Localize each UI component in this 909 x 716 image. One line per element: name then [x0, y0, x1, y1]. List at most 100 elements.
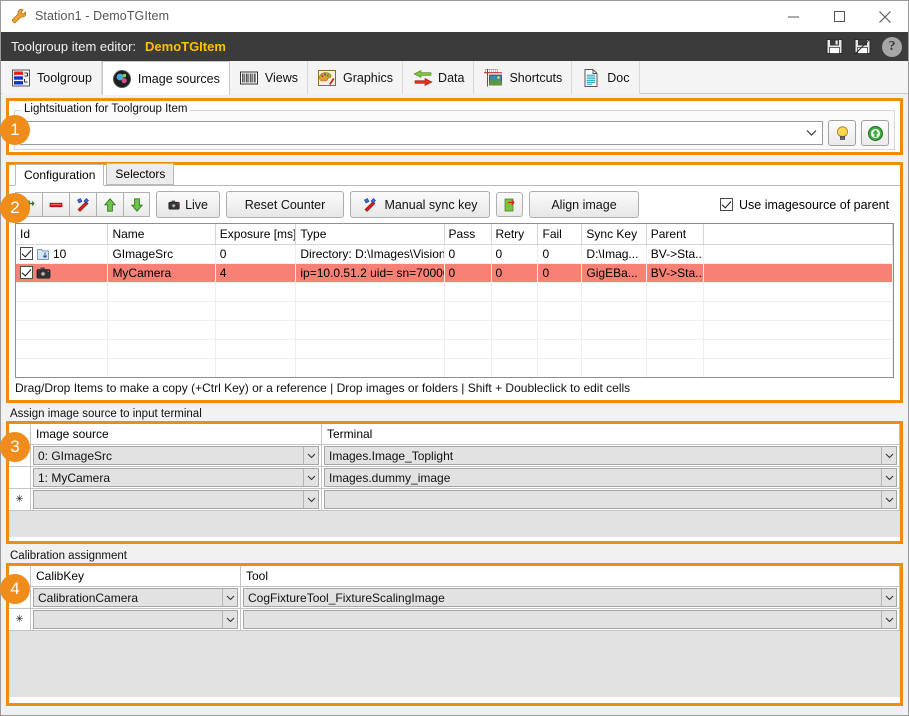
cell-image-source[interactable]: [31, 489, 322, 511]
image-source-combo[interactable]: 1: MyCamera: [33, 468, 319, 487]
tool-combo[interactable]: [243, 610, 897, 629]
inner-tab-configuration[interactable]: Configuration: [15, 164, 105, 186]
cell-terminal[interactable]: [322, 489, 900, 511]
column-header-name[interactable]: Name: [107, 224, 216, 245]
inner-tab-selectors[interactable]: Selectors: [106, 163, 175, 185]
chevron-down-icon[interactable]: [881, 491, 896, 508]
reset-counter-button[interactable]: Reset Counter: [226, 191, 344, 218]
lightsituation-combo[interactable]: [20, 121, 823, 145]
new-row-indicator[interactable]: ✳: [9, 489, 31, 511]
column-header-type[interactable]: Type: [295, 224, 445, 245]
tab-shortcuts[interactable]: Shortcuts: [474, 61, 573, 94]
column-header-pass[interactable]: Pass: [444, 224, 492, 245]
column-header-retry[interactable]: Retry: [491, 224, 539, 245]
column-header-calibkey[interactable]: CalibKey: [31, 566, 241, 587]
save-as-icon[interactable]: [854, 38, 872, 56]
save-icon[interactable]: [826, 38, 844, 56]
column-header-id[interactable]: Id: [16, 224, 109, 245]
chevron-down-icon[interactable]: [303, 491, 318, 508]
terminal-combo[interactable]: Images.Image_Toplight: [324, 446, 897, 465]
cell-terminal[interactable]: Images.dummy_image: [322, 467, 900, 489]
table-row-empty[interactable]: [16, 339, 893, 359]
table-row-empty[interactable]: [16, 358, 893, 377]
cell-parent[interactable]: BV->Sta...: [646, 244, 704, 264]
cell-fail[interactable]: 0: [537, 244, 583, 264]
chevron-down-icon[interactable]: [303, 447, 318, 464]
cell-retry[interactable]: 0: [491, 263, 539, 283]
cell-type[interactable]: ip=10.0.51.2 uid= sn=700003...: [295, 263, 445, 283]
cell-exposure[interactable]: 4: [215, 263, 297, 283]
close-button[interactable]: [862, 1, 908, 32]
assign-new-row[interactable]: ✳: [9, 489, 900, 511]
calibkey-combo[interactable]: [33, 610, 238, 629]
column-header-fail[interactable]: Fail: [537, 224, 583, 245]
cell-type[interactable]: Directory: D:\Images\VisionG...: [295, 244, 445, 264]
help-icon[interactable]: ?: [882, 36, 902, 57]
assign-image-source-grid[interactable]: Image source Terminal ▶ 0: GImageSrc Ima…: [9, 424, 900, 537]
image-source-combo[interactable]: [33, 490, 319, 509]
column-header-exposure[interactable]: Exposure [ms]: [215, 224, 297, 245]
chevron-down-icon[interactable]: [222, 611, 237, 628]
image-source-grid[interactable]: Id Name Exposure [ms] Type Pass Retry Fa…: [15, 223, 894, 378]
cell-tool[interactable]: CogFixtureTool_FixtureScalingImage: [241, 587, 900, 609]
cell-terminal[interactable]: Images.Image_Toplight: [322, 445, 900, 467]
table-row-empty[interactable]: [16, 320, 893, 340]
lightbulb-button[interactable]: [828, 120, 856, 146]
cell-blank[interactable]: [703, 263, 893, 283]
chevron-down-icon[interactable]: [222, 589, 237, 606]
chevron-down-icon[interactable]: [881, 611, 896, 628]
use-imagesource-of-parent-checkbox[interactable]: Use imagesource of parent: [720, 198, 889, 212]
chevron-down-icon[interactable]: [881, 589, 896, 606]
minimize-button[interactable]: [770, 1, 816, 32]
tab-image-sources[interactable]: Image sources: [101, 61, 230, 95]
row-selector[interactable]: [9, 467, 31, 489]
terminal-combo[interactable]: [324, 490, 897, 509]
cell-sync-key[interactable]: GigEBa...: [581, 263, 647, 283]
manual-sync-key-button[interactable]: Manual sync key: [350, 191, 490, 218]
maximize-button[interactable]: [816, 1, 862, 32]
assign-row[interactable]: ▶ 0: GImageSrc Images.Image_Toplight: [9, 445, 900, 467]
column-header-blank[interactable]: [703, 224, 893, 245]
move-up-button[interactable]: [96, 192, 123, 217]
cell-tool[interactable]: [241, 609, 900, 631]
cell-blank[interactable]: [703, 244, 893, 264]
image-source-combo[interactable]: 0: GImageSrc: [33, 446, 319, 465]
cell-image-source[interactable]: 1: MyCamera: [31, 467, 322, 489]
table-row-empty[interactable]: [16, 282, 893, 302]
cell-exposure[interactable]: 0: [215, 244, 297, 264]
cell-image-source[interactable]: 0: GImageSrc: [31, 445, 322, 467]
settings-tools-button[interactable]: [69, 192, 96, 217]
tab-doc[interactable]: Doc: [572, 61, 640, 94]
export-button[interactable]: [496, 192, 523, 217]
column-header-sync-key[interactable]: Sync Key: [581, 224, 647, 245]
tool-combo[interactable]: CogFixtureTool_FixtureScalingImage: [243, 588, 897, 607]
cell-fail[interactable]: 0: [537, 263, 583, 283]
table-row[interactable]: 10 GImageSrc 0 Directory: D:\Images\Visi…: [16, 244, 893, 264]
table-row[interactable]: MyCamera 4 ip=10.0.51.2 uid= sn=700003..…: [16, 263, 893, 283]
chevron-down-icon[interactable]: [303, 469, 318, 486]
table-row-empty[interactable]: [16, 301, 893, 321]
new-row-indicator[interactable]: ✳: [9, 609, 31, 631]
add-lightsituation-button[interactable]: [861, 120, 889, 146]
column-header-terminal[interactable]: Terminal: [322, 424, 900, 445]
calibration-row[interactable]: ▶ CalibrationCamera CogFixtureTool_Fixtu…: [9, 587, 900, 609]
tab-graphics[interactable]: Graphics: [308, 61, 404, 94]
calibration-grid[interactable]: CalibKey Tool ▶ CalibrationCamera CogFix…: [9, 566, 900, 697]
cell-id[interactable]: [16, 263, 109, 283]
calibration-new-row[interactable]: ✳: [9, 609, 900, 631]
terminal-combo[interactable]: Images.dummy_image: [324, 468, 897, 487]
cell-sync-key[interactable]: D:\Imag...: [581, 244, 647, 264]
column-header-image-source[interactable]: Image source: [31, 424, 322, 445]
tab-toolgroup[interactable]: Toolgroup: [2, 61, 102, 94]
cell-name[interactable]: GImageSrc: [107, 244, 216, 264]
cell-name[interactable]: MyCamera: [107, 263, 216, 283]
column-header-tool[interactable]: Tool: [241, 566, 900, 587]
tab-views[interactable]: Views: [229, 61, 309, 94]
move-down-button[interactable]: [123, 192, 150, 217]
cell-retry[interactable]: 0: [491, 244, 539, 264]
tab-data[interactable]: Data: [403, 61, 475, 94]
cell-calibkey[interactable]: [31, 609, 241, 631]
remove-row-button[interactable]: [42, 192, 69, 217]
cell-pass[interactable]: 0: [444, 244, 492, 264]
cell-calibkey[interactable]: CalibrationCamera: [31, 587, 241, 609]
